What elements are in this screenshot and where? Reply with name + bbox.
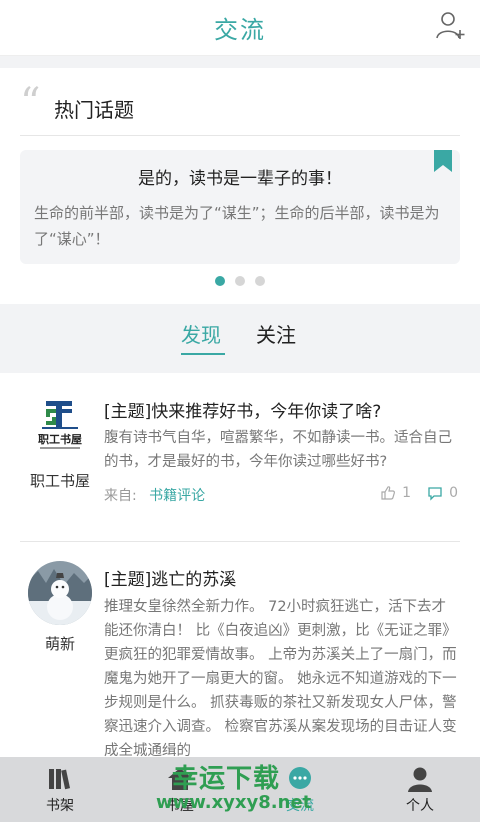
avatar[interactable]: 职工书屋	[28, 395, 92, 459]
post-meta: 来自: 书籍评论 1 0	[104, 485, 458, 505]
comment-icon[interactable]	[427, 485, 443, 501]
quote-icon: “	[20, 80, 41, 126]
post-title[interactable]: [主题]逃亡的苏溪	[104, 565, 460, 590]
carousel-dot[interactable]	[235, 276, 245, 286]
top-bar: 交流	[0, 0, 480, 56]
like-count: 1	[402, 485, 412, 501]
post-feed[interactable]: 职工书屋 职工书屋 [主题]快来推荐好书，今年你读了啥? 腹有诗书气自华，喧嚣繁…	[0, 373, 480, 757]
hot-topic-text: 生命的前半部，读书是为了“谋生”；生命的后半部，读书是为了“谋心”！	[34, 204, 440, 248]
post-excerpt: 腹有诗书气自华，喧嚣繁华，不如静读一书。适合自己的书，才是最好的书，今年你读过哪…	[104, 430, 452, 470]
post-title[interactable]: [主题]快来推荐好书，今年你读了啥?	[104, 397, 460, 422]
post-author[interactable]: 萌新	[0, 633, 120, 654]
nav-community[interactable]: 交流	[240, 757, 360, 822]
carousel-dot[interactable]	[255, 276, 265, 286]
nav-label: 交流	[286, 798, 314, 814]
bottom-nav: 书架 书屋 交流 个人	[0, 757, 480, 822]
logo-text: 职工书屋	[38, 432, 82, 446]
source-label: 来自:	[104, 488, 137, 504]
hot-topic-title: 是的，读书是一辈子的事！	[138, 169, 342, 189]
bookshelf-icon	[49, 769, 71, 790]
nav-library[interactable]: 书屋	[120, 757, 240, 822]
source-link[interactable]: 书籍评论	[149, 488, 205, 504]
tab-discover[interactable]: 发现	[181, 319, 221, 348]
page-title: 交流	[214, 16, 266, 44]
hot-topic-card[interactable]: 是的，读书是一辈子的事！ 生命的前半部，读书是为了“谋生”；生命的后半部，读书是…	[20, 150, 460, 264]
add-user-icon[interactable]	[436, 10, 466, 40]
list-item[interactable]: 职工书屋 职工书屋 [主题]快来推荐好书，今年你读了啥? 腹有诗书气自华，喧嚣繁…	[0, 373, 480, 539]
hot-topics-section: “ 热门话题 是的，读书是一辈子的事！ 生命的前半部，读书是为了“谋生”；生命的…	[0, 68, 480, 304]
active-tab-indicator	[181, 353, 225, 355]
nav-profile[interactable]: 个人	[360, 757, 480, 822]
nav-label: 书架	[46, 798, 74, 814]
house-icon	[168, 768, 192, 790]
nav-label: 个人	[406, 798, 434, 814]
nav-bookshelf[interactable]: 书架	[0, 757, 120, 822]
chat-icon	[289, 767, 311, 789]
list-item[interactable]: 萌新 [主题]逃亡的苏溪 推理女皇徐然全新力作。 72小时疯狂逃亡，活下去才能还…	[0, 541, 480, 757]
tab-follow[interactable]: 关注	[256, 319, 296, 348]
comment-count: 0	[449, 485, 458, 501]
person-icon	[408, 767, 432, 792]
avatar[interactable]	[28, 561, 92, 625]
hot-topics-header: “ 热门话题	[20, 80, 460, 136]
post-stats: 1 0	[380, 485, 458, 501]
feed-tabs: 发现 关注	[0, 305, 480, 373]
like-icon[interactable]	[380, 485, 396, 501]
carousel-pagination	[0, 276, 480, 286]
post-author[interactable]: 职工书屋	[0, 470, 120, 491]
snowman-avatar-icon	[28, 561, 92, 625]
hot-topics-label: 热门话题	[54, 98, 134, 122]
nav-label: 书屋	[166, 798, 194, 814]
carousel-dot[interactable]	[215, 276, 225, 286]
post-excerpt: 推理女皇徐然全新力作。 72小时疯狂逃亡，活下去才能还你清白！ 比《白夜追凶》更…	[104, 599, 457, 757]
library-logo-icon: 职工书屋	[28, 395, 92, 459]
